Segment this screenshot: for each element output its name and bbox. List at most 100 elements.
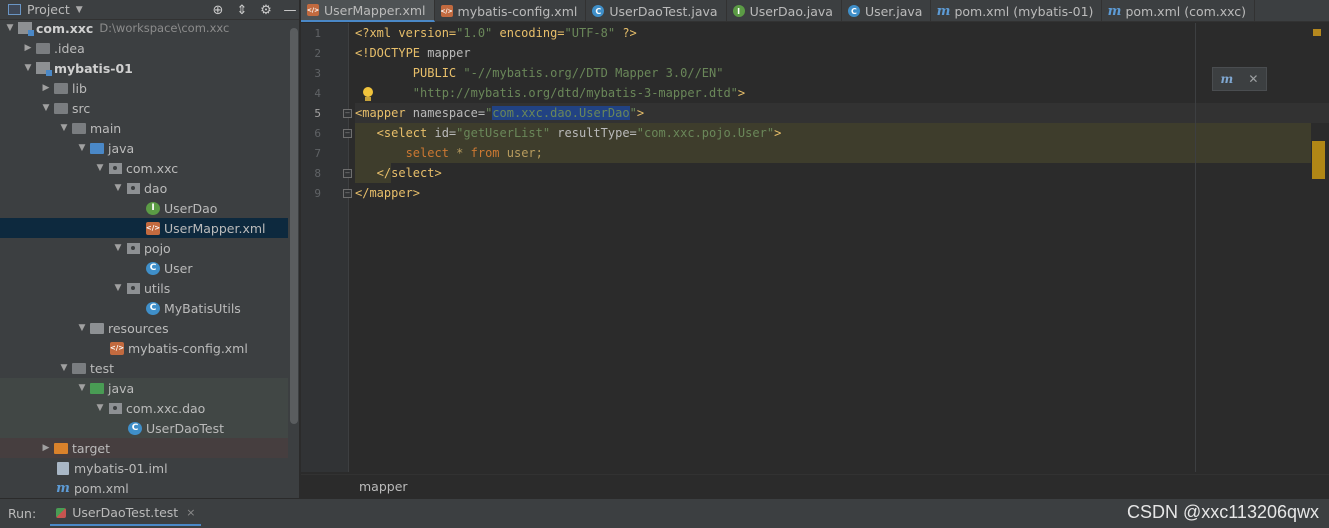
tab-label: UserMapper.xml bbox=[324, 2, 426, 18]
tree-item-mybatisutils[interactable]: C MyBatisUtils bbox=[0, 298, 288, 318]
tree-item-com-xxc-pkg[interactable]: ▼ com.xxc bbox=[0, 158, 288, 178]
expand-arrow-icon[interactable]: ▼ bbox=[56, 123, 72, 133]
code-line-3: PUBLIC "-//mybatis.org//DTD Mapper 3.0//… bbox=[355, 66, 724, 80]
right-margin-guide bbox=[1195, 23, 1196, 472]
code-editor[interactable]: 1 2 3 4 5 6 7 8 9 − − − − <?xml version=… bbox=[301, 23, 1329, 472]
code-area[interactable]: <?xml version="1.0" encoding="UTF-8" ?> … bbox=[355, 23, 1329, 472]
tab-user-java[interactable]: C User.java bbox=[842, 0, 932, 22]
close-icon[interactable]: × bbox=[186, 506, 195, 519]
tree-item-userdao[interactable]: I UserDao bbox=[0, 198, 288, 218]
code-line-6: <select id="getUserList" resultType="com… bbox=[355, 126, 782, 140]
test-class-icon: C bbox=[128, 421, 142, 435]
expand-arrow-icon[interactable]: ▼ bbox=[92, 163, 108, 173]
tree-item-label: utils bbox=[144, 280, 171, 296]
package-icon bbox=[126, 242, 140, 254]
fold-marker-icon[interactable]: − bbox=[343, 189, 352, 198]
tree-item-test-java[interactable]: ▼ java bbox=[0, 378, 288, 398]
breadcrumb[interactable]: mapper bbox=[359, 479, 408, 494]
maven-reload-icon[interactable]: m bbox=[1221, 72, 1234, 86]
package-icon bbox=[108, 162, 122, 174]
tree-item-user[interactable]: C User bbox=[0, 258, 288, 278]
expand-arrow-icon[interactable]: ▼ bbox=[20, 63, 36, 73]
tree-item-main[interactable]: ▼ main bbox=[0, 118, 288, 138]
fold-marker-icon[interactable]: − bbox=[343, 129, 352, 138]
project-view-icon bbox=[8, 4, 21, 15]
tab-userdao-java[interactable]: I UserDao.java bbox=[727, 0, 842, 22]
test-folder-icon bbox=[90, 382, 104, 394]
target-icon[interactable]: ⊕ bbox=[211, 3, 225, 18]
tree-item-label: .idea bbox=[54, 40, 85, 56]
tab-pom-mybatis-01[interactable]: m pom.xml (mybatis-01) bbox=[931, 0, 1103, 22]
project-panel: Project ▼ ⊕ ⇕ ⚙ — ▼ com.xxc D:\workspace… bbox=[0, 0, 300, 498]
tree-item-label: java bbox=[108, 380, 135, 396]
tree-item-com-xxc-dao[interactable]: ▼ com.xxc.dao bbox=[0, 398, 288, 418]
fold-marker-icon[interactable]: − bbox=[343, 169, 352, 178]
xml-file-icon: </> bbox=[307, 4, 319, 16]
tree-item-path: D:\workspace\com.xxc bbox=[99, 21, 230, 35]
module-icon bbox=[18, 22, 34, 36]
tree-item-utils[interactable]: ▼ utils bbox=[0, 278, 288, 298]
tab-usermapper-xml[interactable]: </> UserMapper.xml bbox=[301, 0, 435, 22]
minimize-icon[interactable]: — bbox=[283, 3, 297, 18]
tree-item-dao[interactable]: ▼ dao bbox=[0, 178, 288, 198]
run-tab-label: UserDaoTest.test bbox=[72, 505, 179, 520]
expand-arrow-icon[interactable]: ▶ bbox=[38, 83, 54, 93]
expand-arrow-icon[interactable]: ▼ bbox=[110, 283, 126, 293]
gear-icon[interactable]: ⚙ bbox=[259, 3, 273, 18]
expand-arrow-icon[interactable]: ▼ bbox=[2, 23, 18, 33]
line-number-gutter[interactable]: 1 2 3 4 5 6 7 8 9 − − − − bbox=[301, 23, 352, 472]
expand-arrow-icon[interactable]: ▼ bbox=[74, 383, 90, 393]
tree-item-label: UserMapper.xml bbox=[164, 220, 266, 236]
tree-item-test[interactable]: ▼ test bbox=[0, 358, 288, 378]
expand-arrow-icon[interactable]: ▶ bbox=[20, 43, 36, 53]
collapse-icon[interactable]: ⇕ bbox=[235, 3, 249, 18]
tree-item-lib[interactable]: ▶ lib bbox=[0, 78, 288, 98]
tab-pom-com-xxc[interactable]: m pom.xml (com.xxc) bbox=[1102, 0, 1256, 22]
expand-arrow-icon[interactable]: ▼ bbox=[56, 363, 72, 373]
expand-arrow-icon[interactable]: ▼ bbox=[110, 183, 126, 193]
project-tree-scrollbar[interactable] bbox=[290, 28, 298, 424]
tree-item-label: dao bbox=[144, 180, 168, 196]
tab-mybatis-config-xml[interactable]: </> mybatis-config.xml bbox=[435, 0, 587, 22]
tree-item-java[interactable]: ▼ java bbox=[0, 138, 288, 158]
expand-arrow-icon[interactable]: ▼ bbox=[110, 243, 126, 253]
tree-item-label: resources bbox=[108, 320, 169, 336]
tree-item-src[interactable]: ▼ src bbox=[0, 98, 288, 118]
tree-item-label: target bbox=[72, 440, 111, 456]
expand-arrow-icon[interactable]: ▼ bbox=[74, 323, 90, 333]
maven-icon: m bbox=[936, 3, 951, 19]
tree-item-com-xxc[interactable]: ▼ com.xxc D:\workspace\com.xxc bbox=[0, 20, 288, 38]
tree-item-resources[interactable]: ▼ resources bbox=[0, 318, 288, 338]
close-icon[interactable]: ✕ bbox=[1248, 72, 1258, 86]
expand-arrow-icon[interactable]: ▶ bbox=[38, 443, 54, 453]
scrollbar-marker[interactable] bbox=[1312, 141, 1325, 179]
tab-label: mybatis-config.xml bbox=[457, 3, 578, 19]
expand-arrow-icon[interactable]: ▼ bbox=[74, 143, 90, 153]
folder-icon bbox=[54, 102, 68, 114]
tree-item-userdaotest[interactable]: C UserDaoTest bbox=[0, 418, 288, 438]
tree-item-mybatis-01[interactable]: ▼ mybatis-01 bbox=[0, 58, 288, 78]
source-folder-icon bbox=[90, 142, 104, 154]
tree-item-label: UserDao bbox=[164, 200, 218, 216]
tab-label: UserDaoTest.java bbox=[609, 3, 718, 19]
tree-item-idea[interactable]: ▶ .idea bbox=[0, 38, 288, 58]
tree-item-mybatis-01-iml[interactable]: mybatis-01.iml bbox=[0, 458, 288, 478]
tab-label: pom.xml (com.xxc) bbox=[1125, 3, 1247, 19]
tree-item-pom-xml[interactable]: m pom.xml bbox=[0, 478, 288, 498]
inspection-status-icon[interactable] bbox=[1313, 29, 1321, 36]
maven-icon: m bbox=[56, 480, 70, 496]
folder-icon bbox=[72, 362, 86, 374]
tree-item-pojo[interactable]: ▼ pojo bbox=[0, 238, 288, 258]
package-icon bbox=[108, 402, 122, 414]
run-tab-userdaotest[interactable]: UserDaoTest.test × bbox=[50, 502, 202, 526]
tree-item-label: MyBatisUtils bbox=[164, 300, 241, 316]
expand-arrow-icon[interactable]: ▼ bbox=[38, 103, 54, 113]
chevron-down-icon[interactable]: ▼ bbox=[76, 5, 83, 15]
tree-item-target[interactable]: ▶ target bbox=[0, 438, 288, 458]
line-number: 7 bbox=[314, 147, 321, 160]
tree-item-usermapper-xml[interactable]: </> UserMapper.xml bbox=[0, 218, 288, 238]
tree-item-mybatis-config-xml[interactable]: </> mybatis-config.xml bbox=[0, 338, 288, 358]
tab-userdaotest-java[interactable]: C UserDaoTest.java bbox=[586, 0, 727, 22]
fold-marker-icon[interactable]: − bbox=[343, 109, 352, 118]
expand-arrow-icon[interactable]: ▼ bbox=[92, 403, 108, 413]
